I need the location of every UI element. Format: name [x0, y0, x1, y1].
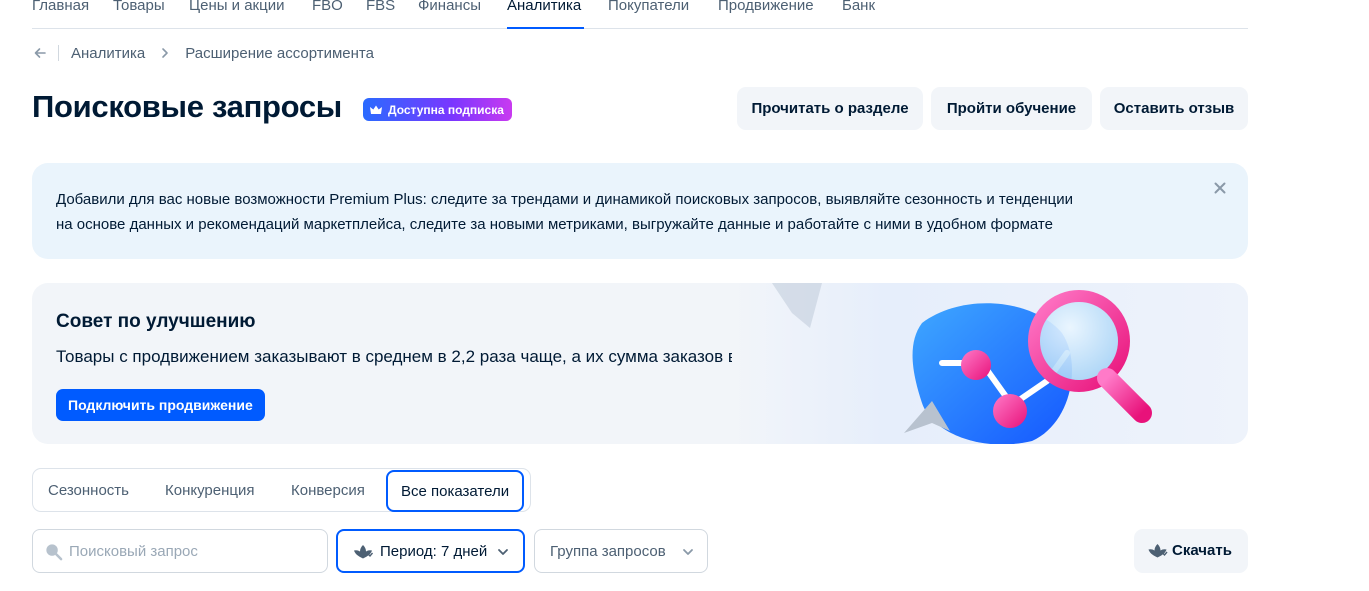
close-icon[interactable] — [1212, 180, 1228, 196]
analytics-tabs: Сезонность Конкуренция Конверсия Все пок… — [32, 468, 531, 512]
query-group-label: Группа запросов — [550, 543, 666, 560]
tip-title: Совет по улучшению — [56, 311, 256, 332]
nav-item-finance[interactable]: Финансы — [418, 0, 481, 14]
period-label: Период: 7 дней — [380, 543, 488, 560]
nav-item-bank[interactable]: Банк — [842, 0, 875, 14]
leave-feedback-button[interactable]: Оставить отзыв — [1100, 87, 1248, 130]
breadcrumb-item-current: Расширение ассортимента — [185, 44, 374, 62]
nav-item-customers[interactable]: Покупатели — [608, 0, 689, 14]
search-field[interactable] — [32, 529, 328, 573]
premium-info-line-1: Добавили для вас новые возможности Premi… — [56, 191, 1073, 208]
nav-item-promotion[interactable]: Продвижение — [718, 0, 814, 14]
take-training-button[interactable]: Пройти обучение — [931, 87, 1092, 130]
premium-info-line-2: на основе данных и рекомендаций маркетпл… — [56, 216, 1053, 233]
download-button[interactable]: Скачать — [1134, 529, 1248, 573]
nav-item-analytics[interactable]: Аналитика — [507, 0, 581, 14]
premium-leaf-icon — [354, 545, 373, 559]
analytics-illustration — [732, 283, 1248, 444]
nav-item-prices[interactable]: Цены и акции — [189, 0, 284, 14]
top-navigation: Главная Товары Цены и акции FBO FBS Фина… — [32, 0, 1248, 29]
chevron-down-icon — [498, 549, 508, 555]
nav-item-products[interactable]: Товары — [113, 0, 165, 14]
premium-info-text: Добавили для вас новые возможности Premi… — [56, 187, 1073, 237]
nav-item-fbs[interactable]: FBS — [366, 0, 395, 14]
query-group-dropdown[interactable]: Группа запросов — [534, 529, 708, 573]
chevron-down-icon — [683, 549, 693, 555]
crown-icon — [370, 105, 382, 114]
nav-active-indicator — [507, 27, 584, 29]
tab-seasonality[interactable]: Сезонность — [48, 469, 129, 511]
subscription-badge-label: Доступна подписка — [388, 102, 504, 117]
breadcrumb-item-analytics[interactable]: Аналитика — [71, 45, 145, 62]
tab-all-metrics[interactable]: Все показатели — [386, 470, 525, 512]
search-input[interactable] — [69, 540, 319, 562]
subscription-badge[interactable]: Доступна подписка — [363, 98, 512, 121]
improvement-tip-card: Совет по улучшению Товары с продвижением… — [32, 283, 1248, 444]
breadcrumb-divider — [58, 45, 59, 61]
breadcrumb: Аналитика Расширение ассортимента — [32, 43, 374, 63]
read-about-section-button[interactable]: Прочитать о разделе — [737, 87, 923, 130]
download-label: Скачать — [1172, 542, 1232, 559]
premium-info-banner: Добавили для вас новые возможности Premi… — [32, 163, 1248, 259]
premium-leaf-icon — [1148, 544, 1168, 558]
period-dropdown[interactable]: Период: 7 дней — [336, 529, 525, 573]
nav-item-fbo[interactable]: FBO — [312, 0, 343, 14]
arrow-left-icon[interactable] — [32, 45, 48, 61]
nav-item-home[interactable]: Главная — [32, 0, 89, 14]
tab-competition[interactable]: Конкуренция — [165, 469, 255, 511]
search-icon — [46, 544, 63, 561]
page-title: Поисковые запросы — [32, 89, 342, 124]
chevron-right-icon — [157, 45, 173, 61]
tab-conversion[interactable]: Конверсия — [291, 469, 365, 511]
enable-promotion-button[interactable]: Подключить продвижение — [56, 389, 265, 421]
